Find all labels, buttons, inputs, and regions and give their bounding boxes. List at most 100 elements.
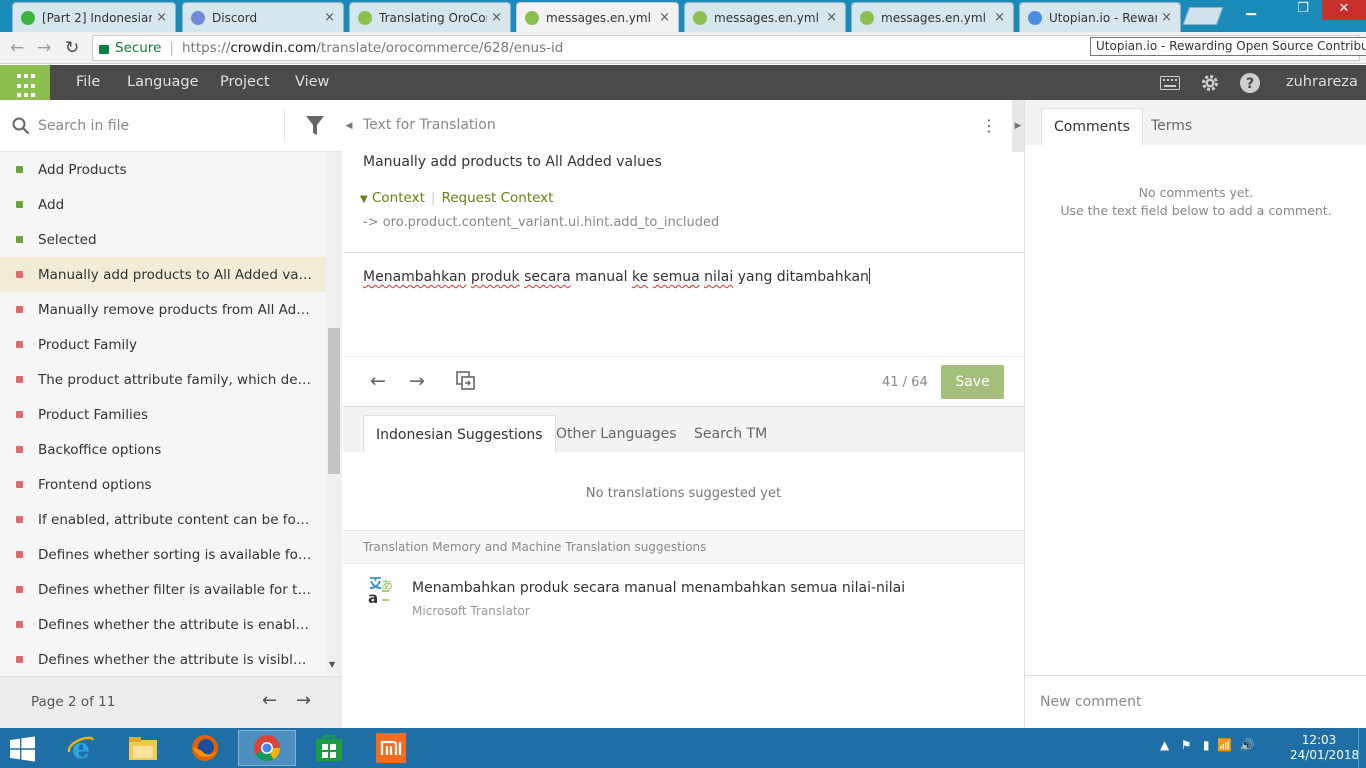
mt-suggestion-text[interactable]: Menambahkan produk secara manual menamba… (412, 580, 905, 596)
collapse-left-icon[interactable]: ◀ (343, 100, 355, 152)
search-input[interactable] (38, 114, 278, 138)
list-item[interactable]: Product Families (0, 397, 326, 432)
strings-scrollbar[interactable]: ▼ (326, 152, 342, 674)
file-explorer-icon[interactable] (114, 730, 172, 766)
status-dot-icon (16, 446, 23, 453)
translation-panel: ◀ ▶ Text for Translation ⋮ Manually add … (343, 100, 1024, 728)
translation-word: yang (737, 269, 773, 285)
no-comments-line1: No comments yet. (1138, 185, 1254, 200)
list-item[interactable]: Selected (0, 222, 326, 257)
forward-icon[interactable]: → (37, 38, 51, 58)
keyboard-icon[interactable] (1160, 73, 1180, 93)
tab-search-tm[interactable]: Search TM (682, 415, 779, 453)
menu-project[interactable]: Project (220, 65, 270, 100)
action-center-icon[interactable]: ⚑ (1181, 738, 1192, 752)
copy-source-icon[interactable] (456, 371, 476, 396)
character-counter: 41 / 64 (882, 375, 928, 390)
browser-tab[interactable]: Translating OroCom × (349, 2, 511, 32)
more-options-icon[interactable]: ⋮ (981, 116, 997, 135)
system-tray: ▲ ⚑ ▮ 📶 🔊 (1160, 738, 1255, 752)
list-item[interactable]: Defines whether filter is available for … (0, 572, 326, 607)
apps-grid-icon[interactable] (0, 65, 50, 100)
firefox-icon[interactable] (176, 730, 234, 766)
volume-icon[interactable]: 🔊 (1240, 738, 1255, 752)
tray-expand-icon[interactable]: ▲ (1160, 738, 1169, 752)
collapse-right-icon[interactable]: ▶ (1012, 100, 1024, 152)
list-item-label: If enabled, attribute content can be fou… (38, 511, 314, 528)
menu-view[interactable]: View (295, 65, 329, 100)
next-string-icon[interactable]: → (409, 370, 425, 392)
browser-tab[interactable]: Utopian.io - Reward × (1019, 2, 1181, 32)
list-item[interactable]: Add (0, 187, 326, 222)
reload-icon[interactable]: ↻ (65, 38, 79, 58)
context-toggle[interactable]: ▼ Context (360, 190, 425, 206)
taskbar-clock[interactable]: 12:03 24/01/2018 (1290, 733, 1359, 763)
save-button[interactable]: Save (941, 365, 1004, 399)
windows-start-icon[interactable] (8, 736, 40, 762)
browser-tab[interactable]: messages.en.yml - C × (851, 2, 1014, 32)
list-item[interactable]: Add Products (0, 152, 326, 187)
list-item[interactable]: Defines whether sorting is available for… (0, 537, 326, 572)
gear-icon[interactable] (1200, 73, 1220, 93)
tab-close-icon[interactable]: × (659, 10, 670, 25)
list-item[interactable]: Defines whether the attribute is visible… (0, 642, 326, 672)
show-desktop-button[interactable] (1358, 728, 1366, 768)
list-item[interactable]: Manually add products to All Added value… (0, 257, 326, 292)
tab-comments[interactable]: Comments (1041, 108, 1143, 145)
maximize-button[interactable]: ❐ (1286, 0, 1320, 20)
translation-input[interactable]: Menambahkan produk secara manual ke semu… (343, 252, 1024, 356)
battery-icon[interactable]: ▮ (1203, 738, 1210, 752)
next-page-icon[interactable]: → (296, 690, 311, 711)
tab-close-icon[interactable]: × (994, 10, 1005, 25)
chrome-icon[interactable] (238, 730, 296, 766)
request-context-link[interactable]: Request Context (441, 190, 553, 206)
list-item-label: Frontend options (38, 476, 152, 493)
browser-tab[interactable]: Discord × (182, 2, 344, 32)
list-item[interactable]: If enabled, attribute content can be fou… (0, 502, 326, 537)
close-window-button[interactable]: ✕ (1322, 0, 1366, 20)
tab-other-languages[interactable]: Other Languages (544, 415, 689, 453)
previous-string-icon[interactable]: ← (370, 370, 386, 392)
status-dot-icon (16, 376, 23, 383)
scrollbar-thumb[interactable] (328, 328, 340, 474)
clock-time: 12:03 (1301, 733, 1337, 747)
user-menu[interactable]: zuhrareza (1286, 65, 1358, 100)
new-comment-input[interactable] (1025, 675, 1366, 728)
menu-language[interactable]: Language (127, 65, 199, 100)
prev-page-icon[interactable]: ← (262, 690, 277, 711)
network-icon[interactable]: 📶 (1217, 738, 1232, 752)
help-icon[interactable]: ? (1240, 73, 1260, 93)
list-item[interactable]: Product Family (0, 327, 326, 362)
minimize-button[interactable]: ▁ (1234, 0, 1268, 20)
scroll-down-arrow-icon[interactable]: ▼ (329, 660, 335, 669)
list-item[interactable]: Frontend options (0, 467, 326, 502)
list-item[interactable]: Manually remove products from All Added … (0, 292, 326, 327)
back-icon[interactable]: ← (10, 38, 24, 58)
list-item[interactable]: Defines whether the attribute is enabled… (0, 607, 326, 642)
list-item-label: Defines whether the attribute is enabled… (38, 616, 314, 633)
tab-close-icon[interactable]: × (1161, 10, 1172, 25)
tab-close-icon[interactable]: × (826, 10, 837, 25)
tab-indonesian-suggestions[interactable]: Indonesian Suggestions (363, 415, 556, 453)
tab-terms[interactable]: Terms (1139, 108, 1204, 145)
menu-file[interactable]: File (76, 65, 100, 100)
new-tab-button[interactable] (1182, 7, 1224, 25)
translation-word: manual (575, 269, 628, 285)
tab-favicon-icon (525, 10, 539, 25)
context-row: ▼ Context | Request Context (360, 190, 553, 206)
store-icon[interactable] (300, 730, 358, 766)
status-dot-icon (16, 271, 23, 278)
list-item[interactable]: The product attribute family, which defi… (0, 362, 326, 397)
status-dot-icon (16, 201, 23, 208)
internet-explorer-icon[interactable]: e (52, 730, 110, 766)
browser-tab[interactable]: messages.en.yml - C × (516, 2, 679, 32)
tab-close-icon[interactable]: × (324, 10, 335, 25)
mi-app-icon[interactable] (362, 730, 420, 766)
browser-tab[interactable]: [Part 2] Indonesian T× (12, 2, 176, 32)
filter-icon[interactable] (284, 110, 342, 142)
tab-close-icon[interactable]: × (156, 10, 167, 25)
browser-tab[interactable]: messages.en.yml - C × (684, 2, 846, 32)
translation-text[interactable]: Menambahkan produk secara manual ke semu… (363, 268, 870, 285)
tab-close-icon[interactable]: × (491, 10, 502, 25)
list-item[interactable]: Backoffice options (0, 432, 326, 467)
